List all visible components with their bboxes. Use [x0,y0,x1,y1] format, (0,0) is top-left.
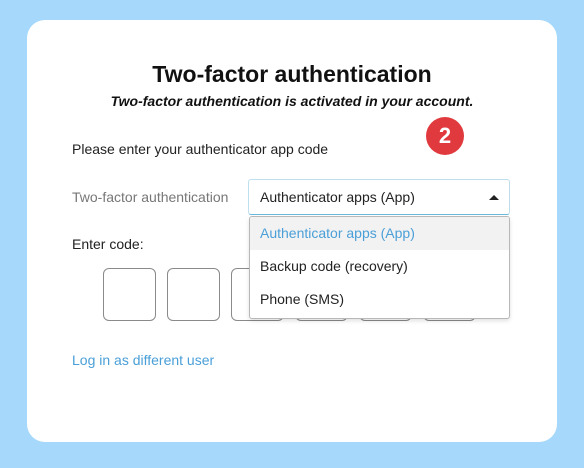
method-select-value: Authenticator apps (App) [260,189,415,205]
page-subtitle: Two-factor authentication is activated i… [110,93,474,109]
method-option-backup[interactable]: Backup code (recovery) [250,250,509,283]
page-title: Two-factor authentication [152,61,432,87]
instruction-text: Please enter your authenticator app code [72,141,329,157]
auth-card: Two-factor authentication Two-factor aut… [27,20,557,442]
method-label: Two-factor authentication [72,189,229,205]
method-dropdown-list: Authenticator apps (App) Backup code (re… [249,216,510,319]
code-digit-input-2[interactable] [167,268,220,321]
caret-up-icon [489,195,499,200]
code-label: Enter code: [72,236,144,252]
method-option-app[interactable]: Authenticator apps (App) [250,217,509,250]
method-select[interactable]: Authenticator apps (App) [248,179,510,215]
method-option-sms[interactable]: Phone (SMS) [250,283,509,316]
code-digit-input-1[interactable] [103,268,156,321]
step-badge: 2 [426,117,464,155]
different-user-link[interactable]: Log in as different user [72,352,214,368]
